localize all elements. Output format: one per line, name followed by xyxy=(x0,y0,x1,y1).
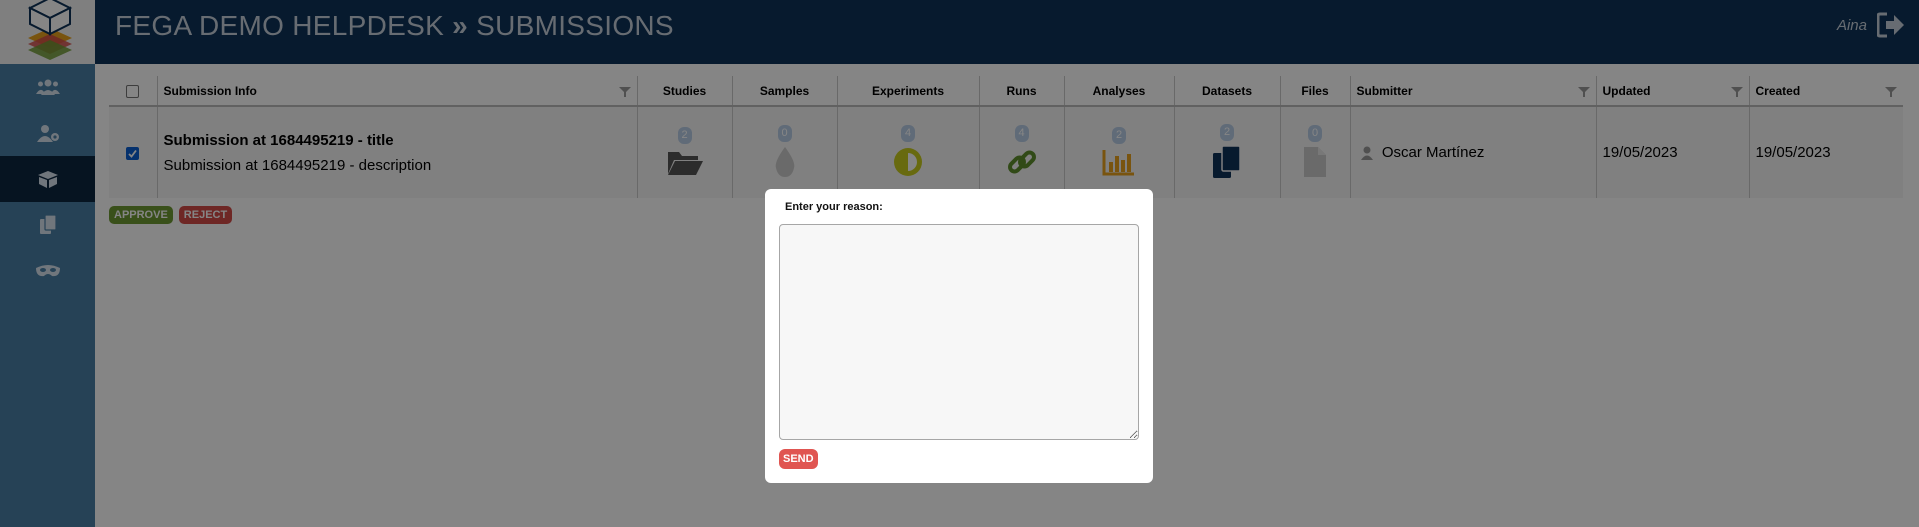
reject-reason-modal: Enter your reason: SEND xyxy=(765,189,1153,483)
send-button[interactable]: SEND xyxy=(779,449,818,469)
reason-textarea[interactable] xyxy=(779,224,1139,440)
reason-label: Enter your reason: xyxy=(785,201,883,213)
